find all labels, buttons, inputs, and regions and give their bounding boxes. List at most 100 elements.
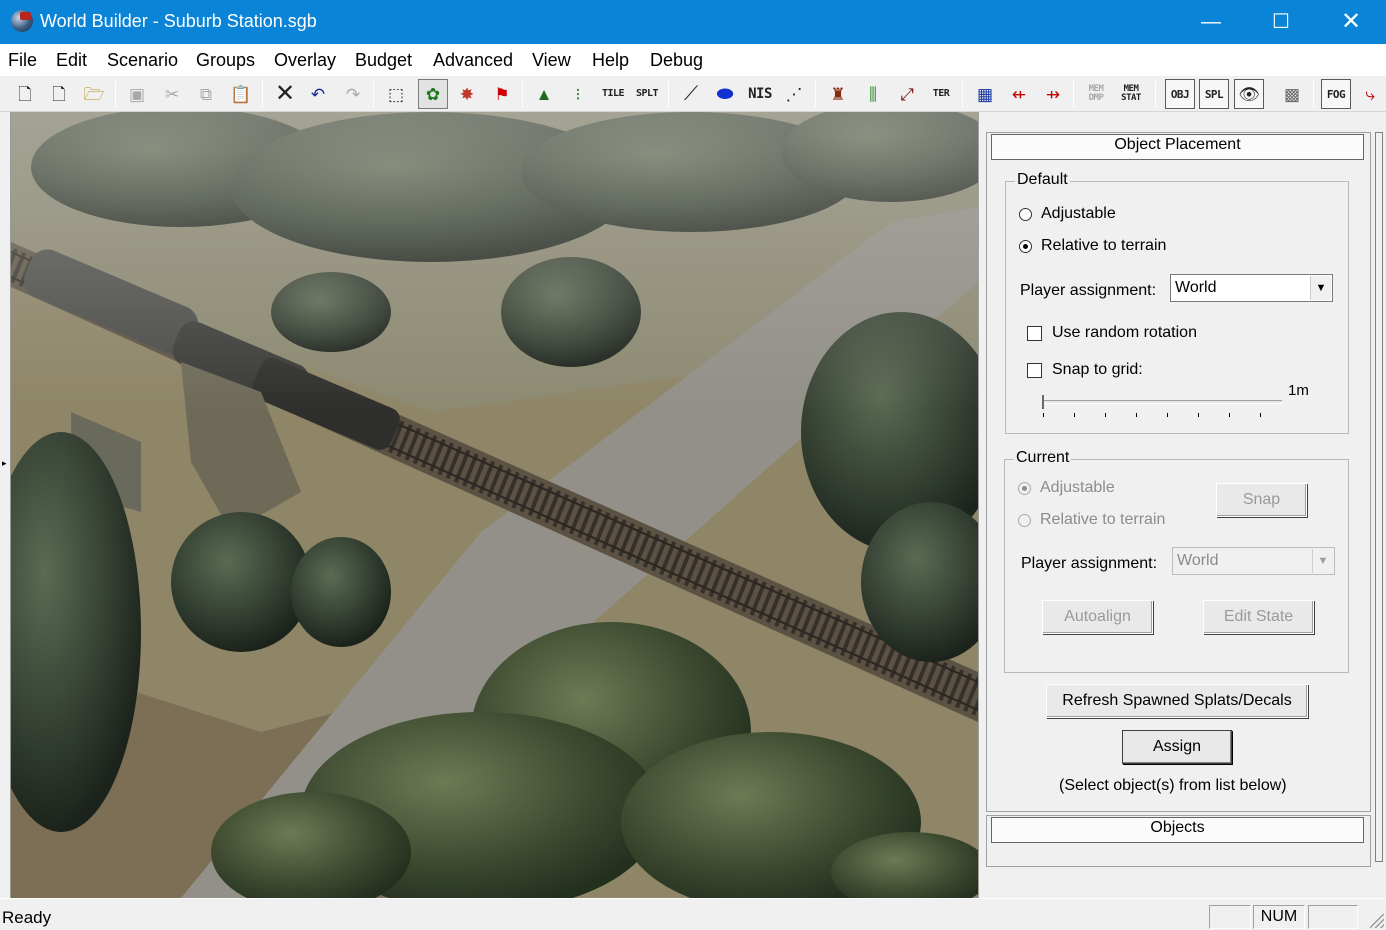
split-button[interactable]: SPLT (632, 79, 662, 109)
splines-visible-button[interactable]: SPL (1199, 79, 1229, 109)
radio-dot-checked (1019, 239, 1032, 253)
flag-icon[interactable]: ⚑ (487, 79, 517, 109)
menu-scenario[interactable]: Scenario (107, 50, 178, 71)
status-message: Ready (2, 908, 52, 927)
copy-icon[interactable]: ⧉ (191, 79, 221, 109)
menu-groups[interactable]: Groups (196, 50, 255, 71)
chevron-down-icon[interactable]: ▼ (1312, 549, 1333, 573)
undo-icon[interactable]: ↶ (303, 79, 333, 109)
paste-icon[interactable]: 📋 (226, 79, 256, 109)
checker-icon[interactable]: ▩ (1277, 79, 1307, 109)
resize-grip-icon[interactable] (1370, 914, 1384, 928)
menu-advanced[interactable]: Advanced (433, 50, 513, 71)
redo-icon[interactable]: ↷ (338, 79, 368, 109)
save-icon[interactable]: ▣ (122, 79, 152, 109)
status-pane-scroll (1308, 905, 1358, 929)
menu-budget[interactable]: Budget (355, 50, 412, 71)
radio-dot (1019, 207, 1032, 221)
traffic-light-icon[interactable]: ⁝ (563, 79, 593, 109)
memory-dump-button[interactable]: MEM DMP (1081, 79, 1111, 109)
radio-dot (1018, 513, 1031, 527)
checkbox-box (1027, 325, 1042, 341)
refresh-splats-button[interactable]: Refresh Spawned Splats/Decals (1046, 684, 1308, 718)
terrain-scene (11, 112, 978, 898)
toolbar: 🗋 🗋 🗁 ▣ ✂ ⧉ 📋 ✕ ↶ ↷ ⬚ ✿ ✸ ⚑ ▲ ⁝ TILE SPL… (0, 76, 1386, 112)
objects-visible-button[interactable]: OBJ (1165, 79, 1195, 109)
menu-bar: File Edit Scenario Groups Overlay Budget… (0, 44, 1386, 76)
panel-scrollbar[interactable] (1375, 132, 1383, 862)
toolbar-separator (373, 81, 374, 107)
slider-tick (1167, 413, 1168, 417)
toolbar-separator (1155, 81, 1156, 107)
maximize-button[interactable]: ☐ (1246, 0, 1316, 44)
edit-state-button[interactable]: Edit State (1203, 600, 1314, 634)
expand-arrow-icon[interactable]: ▸ (2, 458, 7, 469)
grid-slider[interactable] (1042, 400, 1282, 404)
place-trees-icon[interactable]: ✿ (418, 79, 448, 109)
paint-icon[interactable]: ✸ (452, 79, 482, 109)
memory-stat-button[interactable]: MEM STAT (1116, 79, 1146, 109)
fog-button[interactable]: FOG (1321, 79, 1351, 109)
grid-slider-thumb[interactable] (1042, 395, 1044, 409)
status-pane-caps (1209, 905, 1251, 929)
toolbar-separator (522, 81, 523, 107)
heightmap-icon[interactable]: ⫼ (858, 79, 888, 109)
menu-file[interactable]: File (8, 50, 37, 71)
line-tool-icon[interactable]: ⤢ (892, 79, 922, 109)
view-object-icon[interactable]: 👁 (1234, 79, 1264, 109)
objects-rollout[interactable]: Objects (991, 817, 1364, 843)
minimize-button[interactable]: — (1176, 0, 1246, 44)
terrain-viewport[interactable] (11, 112, 978, 898)
toolbar-separator (262, 81, 263, 107)
menu-help[interactable]: Help (592, 50, 629, 71)
snap-to-grid-checkbox[interactable]: Snap to grid: (1027, 361, 1143, 379)
app-globe-icon (11, 10, 33, 32)
delete-icon[interactable]: ✕ (270, 79, 300, 109)
cut-icon[interactable]: ✂ (157, 79, 187, 109)
tank-icon[interactable]: ▲ (529, 79, 559, 109)
move-right-icon[interactable]: ⇸ (1038, 79, 1068, 109)
select-region-icon[interactable]: ⬚ (381, 79, 411, 109)
player-assignment-select[interactable]: World ▼ (1170, 274, 1333, 302)
random-rotation-checkbox[interactable]: Use random rotation (1027, 324, 1197, 342)
tile-button[interactable]: TILE (598, 79, 628, 109)
road-icon[interactable]: ⟋ (676, 79, 706, 109)
current-relative-label: Relative to terrain (1040, 511, 1166, 528)
eye-tool-icon[interactable]: ⤷ (1355, 79, 1385, 109)
water-icon[interactable]: ⬬ (710, 79, 740, 109)
menu-debug[interactable]: Debug (650, 50, 703, 71)
cliff-icon[interactable]: ⋰ (779, 79, 809, 109)
toolbar-separator (1313, 81, 1314, 107)
default-relative-label: Relative to terrain (1041, 237, 1167, 254)
current-relative-radio[interactable]: Relative to terrain (1018, 511, 1165, 529)
snap-button[interactable]: Snap (1216, 483, 1307, 517)
slider-tick (1136, 413, 1137, 417)
default-relative-radio[interactable]: Relative to terrain (1019, 237, 1166, 255)
move-left-icon[interactable]: ⇷ (1004, 79, 1034, 109)
close-button[interactable]: ✕ (1316, 0, 1386, 44)
menu-overlay[interactable]: Overlay (274, 50, 336, 71)
nis-button[interactable]: NIS (745, 79, 775, 109)
terrain-button[interactable]: TER (926, 79, 956, 109)
calendar-icon[interactable]: ▦ (970, 79, 1000, 109)
assign-button[interactable]: Assign (1122, 730, 1232, 764)
new-document-icon[interactable]: 🗋 (44, 79, 74, 109)
status-bar: Ready NUM (0, 898, 1386, 930)
autoalign-button[interactable]: Autoalign (1042, 600, 1153, 634)
menu-view[interactable]: View (532, 50, 571, 71)
player-assignment-label: Player assignment: (1020, 282, 1157, 299)
left-collapse-strip[interactable]: ▸ (0, 112, 11, 898)
menu-edit[interactable]: Edit (56, 50, 87, 71)
chevron-down-icon[interactable]: ▼ (1310, 276, 1331, 300)
current-player-assignment-value: World (1177, 552, 1219, 569)
unit-icon[interactable]: ♜ (823, 79, 853, 109)
slider-tick (1074, 413, 1075, 417)
status-pane-num: NUM (1253, 905, 1305, 929)
current-adjustable-radio[interactable]: Adjustable (1018, 479, 1115, 497)
random-rotation-label: Use random rotation (1052, 324, 1197, 341)
open-folder-icon[interactable]: 🗁 (79, 79, 109, 109)
object-placement-rollout[interactable]: Object Placement (991, 134, 1364, 160)
default-adjustable-radio[interactable]: Adjustable (1019, 205, 1116, 223)
current-player-assignment-select[interactable]: World ▼ (1172, 547, 1335, 575)
new-file-icon[interactable]: 🗋 (10, 79, 40, 109)
